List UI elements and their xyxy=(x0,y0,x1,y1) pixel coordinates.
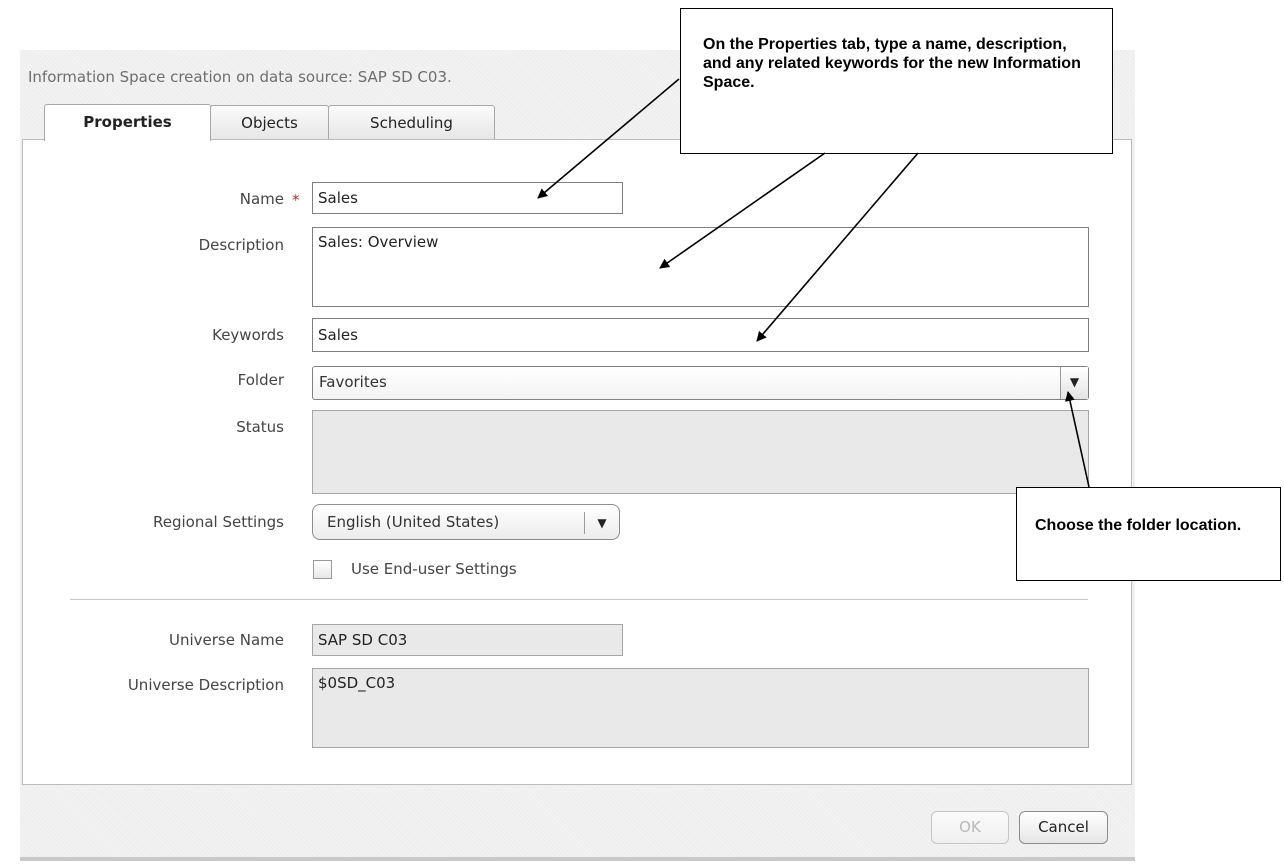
folder-callout: Choose the folder location. xyxy=(1016,487,1281,581)
ok-button[interactable]: OK xyxy=(931,811,1009,844)
universe-description-label: Universe Description xyxy=(127,676,284,694)
end-user-settings-label: Use End-user Settings xyxy=(351,560,517,578)
universe-name-input xyxy=(312,624,623,656)
chevron-down-icon[interactable]: ▼ xyxy=(1060,367,1088,399)
name-input[interactable] xyxy=(312,182,623,214)
cancel-button[interactable]: Cancel xyxy=(1019,811,1108,844)
regional-settings-label: Regional Settings xyxy=(152,513,284,531)
folder-label: Folder xyxy=(237,371,284,389)
universe-name-label: Universe Name xyxy=(169,631,284,649)
properties-callout: On the Properties tab, type a name, desc… xyxy=(680,8,1113,154)
description-label: Description xyxy=(198,236,284,254)
name-label: Name xyxy=(239,190,284,208)
end-user-settings-checkbox[interactable] xyxy=(313,560,332,579)
folder-dropdown[interactable]: Favorites ▼ xyxy=(312,366,1089,400)
dialog-bottom-border xyxy=(20,857,1135,861)
required-icon: * xyxy=(292,191,300,209)
tab-properties[interactable]: Properties xyxy=(44,104,211,141)
regional-settings-value: English (United States) xyxy=(327,513,500,531)
tab-scheduling[interactable]: Scheduling xyxy=(328,105,495,140)
dialog-title: Information Space creation on data sourc… xyxy=(28,68,452,86)
chevron-down-icon[interactable]: ▼ xyxy=(584,512,619,534)
description-textarea[interactable]: Sales: Overview xyxy=(312,227,1089,307)
status-textarea xyxy=(312,410,1089,494)
tab-objects[interactable]: Objects xyxy=(210,105,329,140)
folder-dropdown-value: Favorites xyxy=(319,373,387,391)
regional-settings-dropdown[interactable]: English (United States) ▼ xyxy=(312,504,620,540)
status-label: Status xyxy=(236,418,284,436)
universe-description-textarea: $0SD_C03 xyxy=(312,668,1089,748)
keywords-label: Keywords xyxy=(212,326,284,344)
section-divider xyxy=(70,599,1088,600)
keywords-input[interactable] xyxy=(312,318,1089,352)
